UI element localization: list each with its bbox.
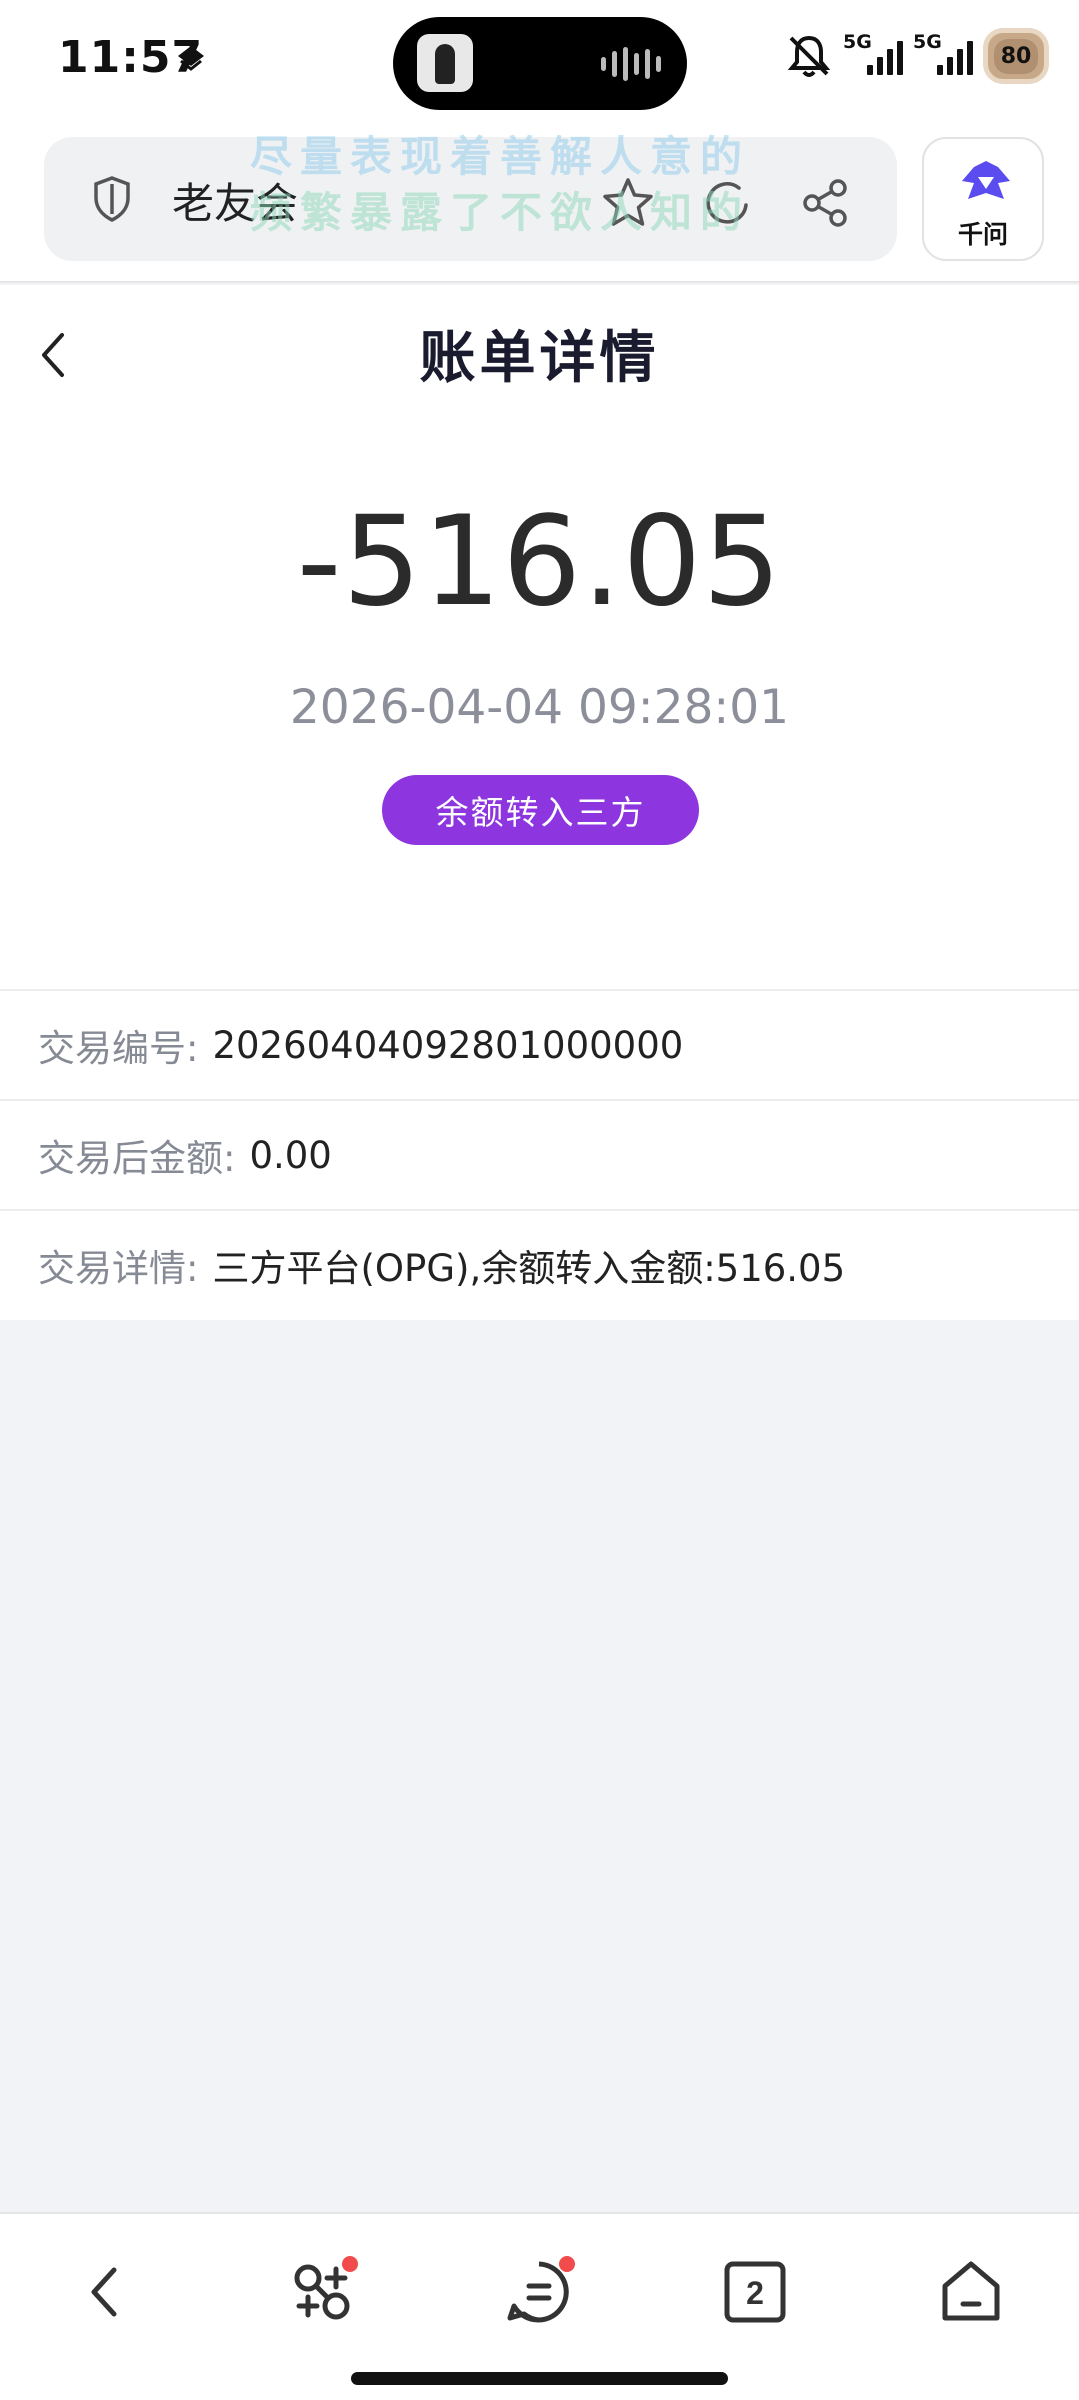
detail-label: 交易后金额: [38, 1137, 236, 1180]
discover-button[interactable] [286, 2256, 358, 2328]
back-icon[interactable] [70, 2256, 142, 2328]
detail-value: 0.00 [249, 1133, 332, 1177]
home-icon[interactable] [935, 2256, 1007, 2328]
tabs-button[interactable]: 2 [719, 2256, 791, 2328]
qianwen-label: 千问 [957, 220, 1008, 249]
cellular-signal-1: 5G [843, 31, 903, 81]
tab-count: 2 [746, 2275, 764, 2311]
bill-detail-card: 账单详情 -516.05 2026-04-04 09:28:01 余额转入三方 … [0, 285, 1079, 1320]
star-icon[interactable] [600, 175, 656, 231]
bottom-navigation: 2 [0, 2212, 1079, 2400]
address-bar[interactable]: 老友会 [44, 137, 897, 261]
media-thumbnail [417, 34, 473, 92]
browser-toolbar: 老友会 尽量表现着善解人意的 频繁暴露了不欲人知的 千问 [0, 125, 1079, 283]
battery-level: 80 [993, 38, 1039, 74]
dynamic-island[interactable] [393, 17, 687, 110]
bell-muted-icon [787, 35, 831, 77]
battery-indicator: 80 [983, 28, 1049, 84]
qianwen-logo-icon [962, 161, 1010, 199]
detail-label: 交易编号: [38, 1027, 199, 1070]
audio-waveform-icon [601, 47, 661, 81]
detail-row-transaction-id: 交易编号: 20260404092801000000 [0, 991, 1079, 1099]
refresh-icon[interactable] [699, 175, 755, 231]
detail-row-transaction-details: 交易详情: 三方平台(OPG),余额转入金额:516.05 [0, 1211, 1079, 1319]
page-title: 账单详情 [419, 326, 660, 391]
detail-label: 交易详情: [38, 1247, 199, 1290]
tabs-icon: 2 [724, 2261, 786, 2323]
home-indicator[interactable] [351, 2372, 728, 2385]
detail-row-balance-after: 交易后金额: 0.00 [0, 1101, 1079, 1209]
cellular-signal-2: 5G [913, 31, 973, 81]
status-bar: 11:57 5G 5G 80 [0, 0, 1079, 125]
notification-dot [342, 2256, 358, 2272]
transaction-type-badge: 余额转入三方 [382, 775, 699, 845]
site-title[interactable]: 老友会 [172, 170, 298, 231]
transaction-amount: -516.05 [296, 490, 783, 634]
notification-dot [559, 2256, 575, 2272]
menu-button[interactable] [503, 2256, 575, 2328]
share-icon[interactable] [798, 175, 854, 231]
navigation-arrow-icon [178, 46, 204, 71]
qianwen-assistant-button[interactable]: 千问 [922, 137, 1044, 261]
shield-icon[interactable] [92, 175, 132, 223]
transaction-datetime: 2026-04-04 09:28:01 [289, 680, 790, 735]
detail-value: 三方平台(OPG),余额转入金额:516.05 [212, 1247, 846, 1290]
status-icons: 5G 5G 80 [785, 28, 1049, 84]
detail-value: 20260404092801000000 [212, 1023, 684, 1067]
